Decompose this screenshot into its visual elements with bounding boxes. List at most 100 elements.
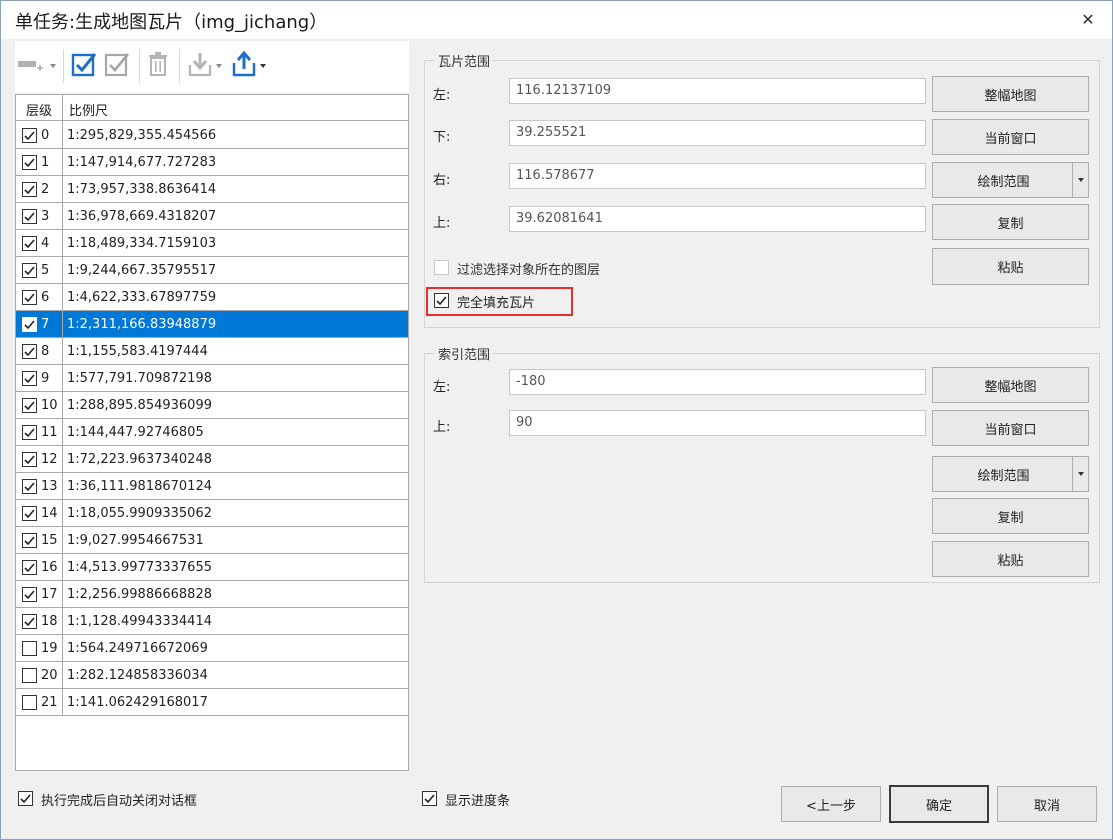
level-checkbox[interactable]	[22, 506, 37, 521]
level-checkbox[interactable]	[22, 641, 37, 656]
level-cell: 5	[41, 263, 50, 278]
export-button[interactable]	[231, 50, 266, 81]
filter-layer-checkbox[interactable]	[434, 260, 449, 275]
index-current-window-label: 当前窗口	[984, 422, 1037, 438]
table-row[interactable]: 17 1:2,256.99886668828	[16, 581, 408, 608]
level-checkbox[interactable]	[22, 587, 37, 602]
table-row[interactable]: 21 1:141.062429168017	[16, 689, 408, 716]
table-row[interactable]: 18 1:1,128.49943334414	[16, 608, 408, 635]
filter-layer-label: 过滤选择对象所在的图层	[457, 263, 601, 278]
import-button[interactable]	[187, 51, 222, 81]
tile-left-field[interactable]: 116.12137109	[509, 78, 926, 104]
index-full-map-button[interactable]: 整幅地图	[932, 367, 1089, 403]
table-row[interactable]: 11 1:144,447.92746805	[16, 419, 408, 446]
scale-cell: 1:36,978,669.4318207	[67, 209, 217, 224]
table-row[interactable]: 6 1:4,622,333.67897759	[16, 284, 408, 311]
tile-top-field[interactable]: 39.62081641	[509, 206, 926, 232]
table-row[interactable]: 15 1:9,027.9954667531	[16, 527, 408, 554]
prev-button[interactable]: <上一步	[781, 786, 881, 822]
index-range-label: 索引范围	[435, 344, 494, 363]
header-scale[interactable]: 比例尺	[69, 100, 108, 119]
level-checkbox[interactable]	[22, 452, 37, 467]
level-checkbox[interactable]	[22, 560, 37, 575]
level-checkbox[interactable]	[22, 668, 37, 683]
table-row[interactable]: 7 1:2,311,166.83948879	[16, 311, 408, 338]
scale-cell: 1:1,155,583.4197444	[67, 344, 208, 359]
index-paste-button[interactable]: 粘贴	[932, 541, 1089, 577]
tile-bottom-field[interactable]: 39.255521	[509, 120, 926, 146]
table-row[interactable]: 16 1:4,513.99773337655	[16, 554, 408, 581]
scale-cell: 1:36,111.9818670124	[67, 479, 212, 494]
table-row[interactable]: 20 1:282.124858336034	[16, 662, 408, 689]
level-checkbox[interactable]	[22, 263, 37, 278]
tile-paste-button[interactable]: 粘贴	[932, 248, 1089, 285]
table-row[interactable]: 3 1:36,978,669.4318207	[16, 203, 408, 230]
check-selected-button[interactable]	[104, 51, 130, 81]
level-checkbox[interactable]	[22, 479, 37, 494]
level-checkbox[interactable]	[22, 425, 37, 440]
table-row[interactable]: 14 1:18,055.9909335062	[16, 500, 408, 527]
table-row[interactable]: 8 1:1,155,583.4197444	[16, 338, 408, 365]
show-progress-checkbox[interactable]	[422, 791, 437, 806]
table-row[interactable]: 0 1:295,829,355.454566	[16, 122, 408, 149]
table-row[interactable]: 13 1:36,111.9818670124	[16, 473, 408, 500]
level-checkbox[interactable]	[22, 344, 37, 359]
tile-right-label: 右:	[433, 173, 451, 188]
level-checkbox[interactable]	[22, 209, 37, 224]
level-checkbox[interactable]	[22, 398, 37, 413]
table-row[interactable]: 5 1:9,244,667.35795517	[16, 257, 408, 284]
table-row[interactable]: 9 1:577,791.709872198	[16, 365, 408, 392]
tile-draw-range-button[interactable]: 绘制范围	[932, 162, 1089, 198]
level-cell: 2	[41, 182, 50, 197]
level-checkbox[interactable]	[22, 695, 37, 710]
level-cell: 8	[41, 344, 50, 359]
table-row[interactable]: 4 1:18,489,334.7159103	[16, 230, 408, 257]
level-cell: 16	[41, 560, 58, 575]
tile-current-window-button[interactable]: 当前窗口	[932, 119, 1089, 155]
tile-copy-button[interactable]: 复制	[932, 204, 1089, 240]
level-checkbox[interactable]	[22, 317, 37, 332]
index-copy-button[interactable]: 复制	[932, 498, 1089, 534]
scale-cell: 1:288,895.854936099	[67, 398, 212, 413]
level-checkbox[interactable]	[22, 236, 37, 251]
title-bar: 单任务:生成地图瓦片（img_jichang） ✕	[1, 1, 1112, 39]
level-checkbox[interactable]	[22, 371, 37, 386]
tile-full-map-button[interactable]: 整幅地图	[932, 76, 1089, 112]
delete-button[interactable]	[146, 51, 170, 81]
index-copy-label: 复制	[997, 510, 1024, 526]
index-draw-range-button[interactable]: 绘制范围	[932, 456, 1089, 492]
index-top-field[interactable]: 90	[509, 410, 926, 436]
tile-draw-range-dropdown[interactable]	[1072, 163, 1088, 197]
level-checkbox[interactable]	[22, 614, 37, 629]
add-layer-button[interactable]	[17, 51, 56, 81]
scale-cell: 1:9,027.9954667531	[67, 533, 204, 548]
level-checkbox[interactable]	[22, 128, 37, 143]
tile-right-field[interactable]: 116.578677	[509, 163, 926, 189]
index-left-field[interactable]: -180	[509, 369, 926, 395]
table-row[interactable]: 2 1:73,957,338.8636414	[16, 176, 408, 203]
level-checkbox[interactable]	[22, 155, 37, 170]
delete-icon	[146, 51, 170, 81]
index-paste-label: 粘贴	[997, 553, 1024, 569]
table-row[interactable]: 1 1:147,914,677.727283	[16, 149, 408, 176]
level-checkbox[interactable]	[22, 290, 37, 305]
level-checkbox[interactable]	[22, 533, 37, 548]
fill-tile-checkbox[interactable]	[434, 293, 449, 308]
cancel-button[interactable]: 取消	[997, 786, 1097, 822]
table-row[interactable]: 19 1:564.249716672069	[16, 635, 408, 662]
ok-button[interactable]: 确定	[889, 785, 989, 823]
index-draw-range-dropdown[interactable]	[1072, 457, 1088, 491]
table-row[interactable]: 12 1:72,223.9637340248	[16, 446, 408, 473]
scale-cell: 1:73,957,338.8636414	[67, 182, 217, 197]
level-cell: 6	[41, 290, 50, 305]
auto-close-checkbox[interactable]	[18, 791, 33, 806]
level-cell: 19	[41, 641, 58, 656]
table-row[interactable]: 10 1:288,895.854936099	[16, 392, 408, 419]
scale-cell: 1:4,513.99773337655	[67, 560, 212, 575]
index-current-window-button[interactable]: 当前窗口	[932, 410, 1089, 446]
header-level[interactable]: 层级	[26, 100, 52, 119]
check-all-button[interactable]	[71, 51, 97, 81]
index-top-label: 上:	[433, 420, 451, 435]
close-button[interactable]: ✕	[1074, 7, 1102, 33]
level-checkbox[interactable]	[22, 182, 37, 197]
